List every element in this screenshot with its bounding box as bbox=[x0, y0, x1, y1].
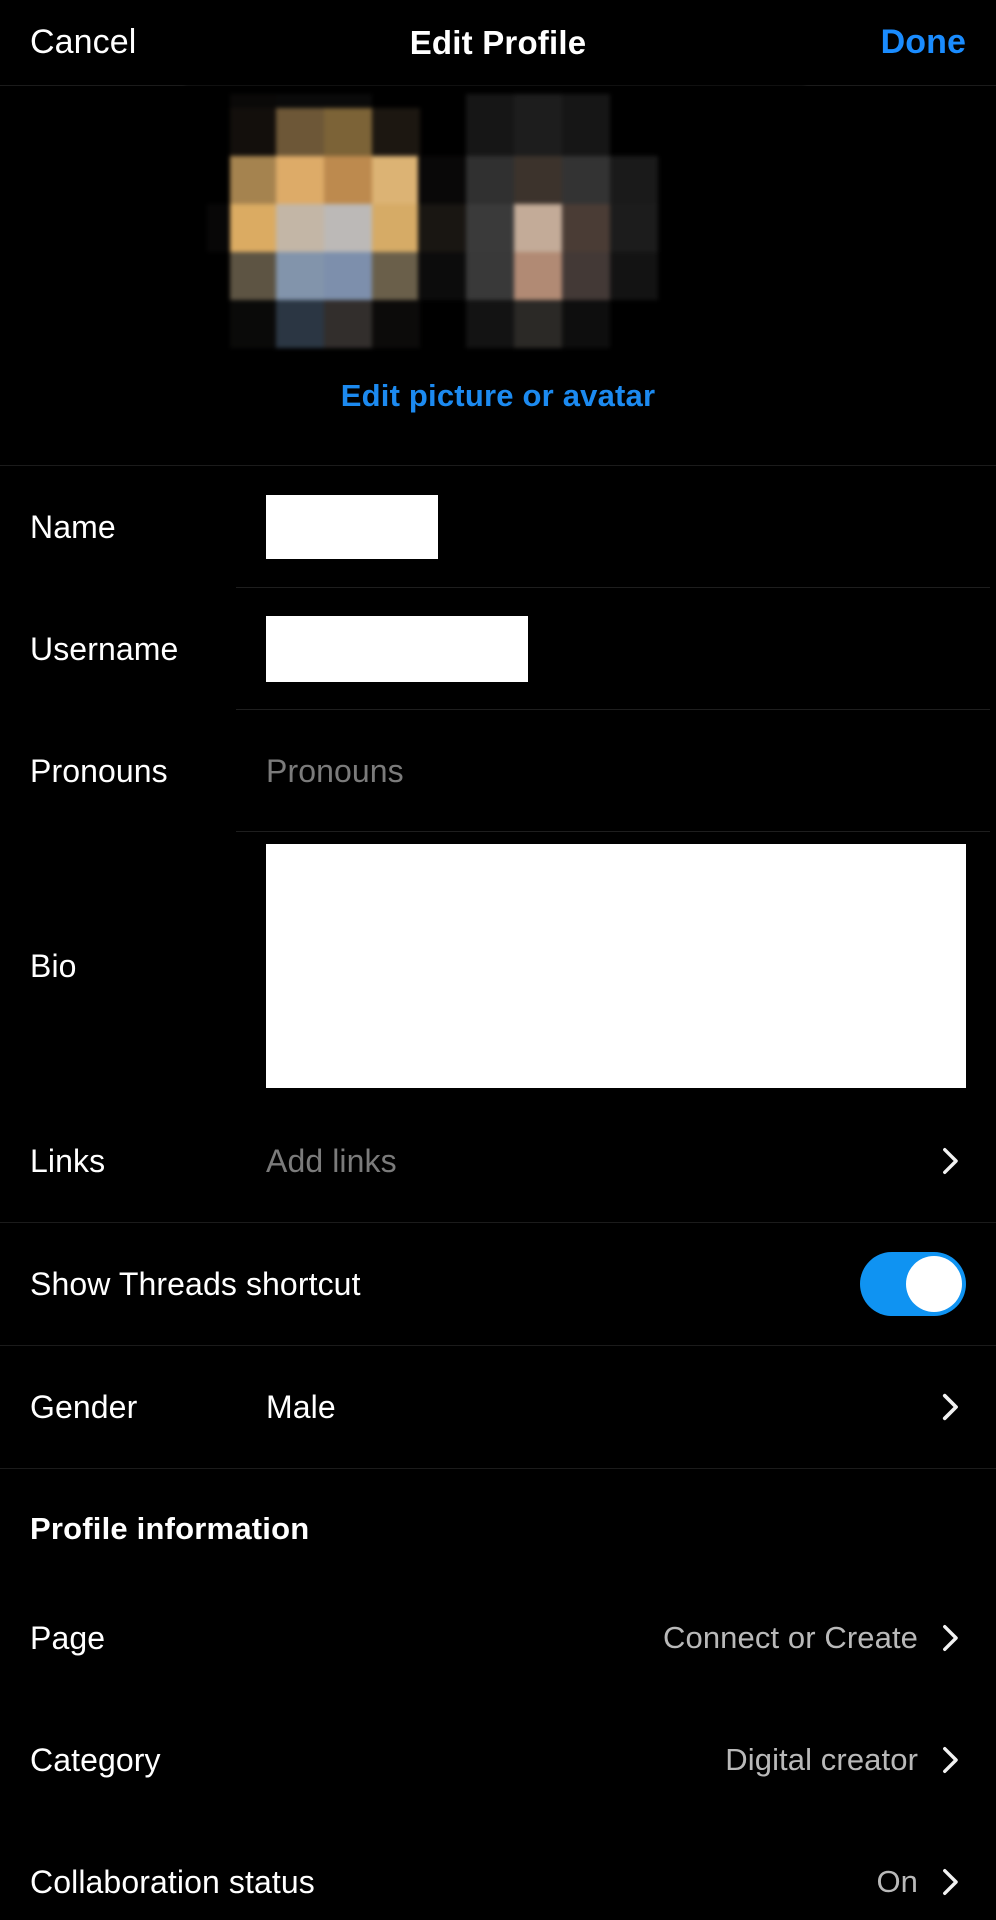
avatar-mosaic-tile bbox=[562, 300, 610, 348]
done-button[interactable]: Done bbox=[881, 23, 966, 62]
edit-profile-screen: Cancel Edit Profile Done Edit picture or… bbox=[0, 0, 996, 1920]
avatar-mosaic-tile bbox=[466, 94, 514, 156]
row-links[interactable]: Links Add links bbox=[0, 1100, 996, 1222]
page-title: Edit Profile bbox=[409, 23, 587, 61]
avatar-mosaic-tile bbox=[230, 300, 276, 348]
gender-group: Gender Male bbox=[0, 1345, 996, 1468]
avatar-mosaic-tile bbox=[514, 204, 562, 252]
chevron-right-icon bbox=[932, 1144, 966, 1178]
username-redaction bbox=[266, 616, 528, 682]
avatar-mosaic-tile bbox=[230, 204, 276, 252]
avatar-mosaic-tile bbox=[324, 108, 372, 156]
avatar-mosaic-tile bbox=[466, 252, 514, 300]
row-username[interactable]: Username bbox=[0, 588, 996, 710]
show-threads-shortcut-label: Show Threads shortcut bbox=[30, 1265, 361, 1302]
bio-redaction bbox=[266, 844, 966, 1088]
avatar-mosaic-tile bbox=[466, 204, 514, 252]
avatar-mosaic-tile bbox=[276, 108, 324, 156]
gender-value: Male bbox=[266, 1388, 336, 1425]
navbar: Cancel Edit Profile Done bbox=[0, 0, 996, 86]
avatar-mosaic-tile bbox=[562, 94, 610, 156]
avatar-mosaic-tile bbox=[372, 156, 420, 204]
avatar-mosaic-tile bbox=[514, 94, 562, 156]
collaboration-status-value: On bbox=[876, 1864, 918, 1899]
gender-label: Gender bbox=[30, 1388, 138, 1425]
bio-label: Bio bbox=[30, 947, 77, 984]
profile-information-header: Profile information bbox=[30, 1511, 310, 1546]
name-input[interactable] bbox=[266, 495, 966, 559]
row-page[interactable]: Page Connect or Create bbox=[0, 1577, 996, 1699]
row-collaboration-status[interactable]: Collaboration status On bbox=[0, 1821, 996, 1920]
bio-input[interactable] bbox=[266, 844, 966, 1088]
avatar-mosaic-tile bbox=[418, 252, 466, 300]
avatar-mosaic-tile bbox=[276, 156, 324, 204]
show-threads-shortcut-toggle[interactable] bbox=[860, 1252, 966, 1316]
avatar-mosaic-tile bbox=[372, 108, 420, 156]
avatar-mosaic-tile bbox=[372, 300, 420, 348]
links-value[interactable]: Add links bbox=[266, 1143, 918, 1180]
row-gender[interactable]: Gender Male bbox=[0, 1346, 996, 1468]
collaboration-status-label: Collaboration status bbox=[30, 1863, 315, 1900]
avatar-mosaic-tile bbox=[466, 300, 514, 348]
pronouns-label: Pronouns bbox=[30, 752, 168, 789]
profile-fields-group: Name Username Pronouns Pronouns Bio Link… bbox=[0, 466, 996, 1222]
avatar[interactable] bbox=[185, 86, 805, 376]
avatar-section: Edit picture or avatar bbox=[0, 86, 996, 466]
avatar-mosaic-tile bbox=[610, 252, 658, 300]
category-value: Digital creator bbox=[725, 1742, 918, 1777]
page-label: Page bbox=[30, 1619, 106, 1656]
chevron-right-icon bbox=[932, 1390, 966, 1424]
avatar-mosaic-tile bbox=[324, 204, 372, 252]
toggle-knob bbox=[906, 1256, 962, 1312]
row-pronouns[interactable]: Pronouns Pronouns bbox=[0, 710, 996, 832]
avatar-mosaic-tile bbox=[324, 156, 372, 204]
avatar-mosaic-tile bbox=[466, 156, 514, 204]
avatar-mosaic-tile bbox=[514, 252, 562, 300]
avatar-mosaic-tile bbox=[230, 156, 276, 204]
avatar-mosaic-tile bbox=[324, 252, 372, 300]
avatar-mosaic-tile bbox=[276, 252, 324, 300]
category-label: Category bbox=[30, 1741, 161, 1778]
avatar-mosaic-tile bbox=[562, 252, 610, 300]
avatar-mosaic-tile bbox=[276, 300, 324, 348]
pronouns-input[interactable]: Pronouns bbox=[266, 753, 966, 790]
chevron-right-icon bbox=[932, 1621, 966, 1655]
avatar-mosaic-tile bbox=[562, 156, 610, 204]
avatar-mosaic-tile bbox=[276, 204, 324, 252]
cancel-button[interactable]: Cancel bbox=[30, 23, 136, 62]
profile-information-group: Profile information Page Connect or Crea… bbox=[0, 1468, 996, 1920]
username-label: Username bbox=[30, 630, 179, 667]
avatar-mosaic-tile bbox=[207, 204, 230, 252]
threads-group: Show Threads shortcut bbox=[0, 1222, 996, 1345]
avatar-mosaic-tile bbox=[610, 204, 658, 252]
username-input[interactable] bbox=[266, 616, 966, 682]
edit-picture-or-avatar-button[interactable]: Edit picture or avatar bbox=[0, 378, 996, 414]
avatar-mosaic-tile bbox=[562, 204, 610, 252]
avatar-mosaic-tile bbox=[230, 252, 276, 300]
row-name[interactable]: Name bbox=[0, 466, 996, 588]
avatar-mosaic-tile bbox=[324, 300, 372, 348]
avatar-mosaic-tile bbox=[514, 156, 562, 204]
links-label: Links bbox=[30, 1142, 106, 1179]
avatar-mosaic-tile bbox=[418, 204, 466, 252]
avatar-mosaic-tile bbox=[610, 156, 658, 204]
chevron-right-icon bbox=[932, 1865, 966, 1899]
row-show-threads-shortcut[interactable]: Show Threads shortcut bbox=[0, 1223, 996, 1345]
avatar-mosaic-tile bbox=[514, 300, 562, 348]
avatar-mosaic-tile bbox=[372, 204, 420, 252]
name-redaction bbox=[266, 495, 438, 559]
page-value: Connect or Create bbox=[663, 1620, 918, 1655]
avatar-mosaic-tile bbox=[418, 156, 466, 204]
chevron-right-icon bbox=[932, 1743, 966, 1777]
name-label: Name bbox=[30, 508, 116, 545]
row-bio[interactable]: Bio bbox=[0, 832, 996, 1100]
avatar-mosaic-tile bbox=[372, 252, 420, 300]
avatar-mosaic-tile bbox=[230, 108, 276, 156]
row-category[interactable]: Category Digital creator bbox=[0, 1699, 996, 1821]
